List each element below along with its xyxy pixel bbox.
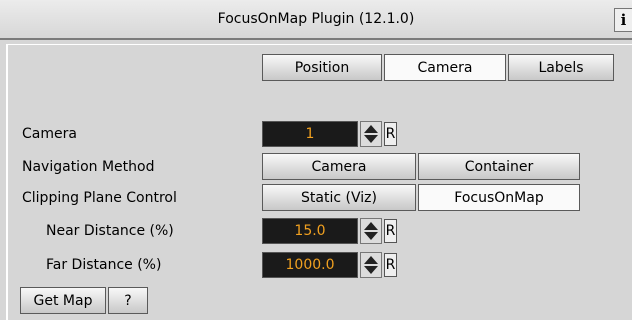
- far-distance-label: Far Distance (%): [46, 257, 162, 273]
- navigation-method-label: Navigation Method: [22, 159, 155, 175]
- tab-position[interactable]: Position: [262, 54, 382, 81]
- plugin-title: FocusOnMap Plugin (12.1.0): [217, 11, 415, 27]
- far-distance-reset-button[interactable]: R: [384, 253, 397, 277]
- get-map-button[interactable]: Get Map: [20, 287, 106, 314]
- far-distance-field[interactable]: 1000.0: [262, 252, 358, 278]
- camera-reset-button[interactable]: R: [384, 122, 397, 146]
- plugin-title-bar: FocusOnMap Plugin (12.1.0) i: [0, 0, 632, 40]
- camera-value-field[interactable]: 1: [262, 121, 358, 147]
- near-distance-label: Near Distance (%): [46, 223, 174, 239]
- camera-label: Camera: [22, 126, 77, 142]
- tab-labels[interactable]: Labels: [508, 54, 614, 81]
- help-button[interactable]: ?: [108, 287, 148, 314]
- camera-spinner-icon[interactable]: [360, 121, 382, 147]
- navigation-camera-button[interactable]: Camera: [262, 153, 416, 180]
- clipping-focusonmap-button[interactable]: FocusOnMap: [418, 184, 580, 211]
- clipping-plane-label: Clipping Plane Control: [22, 190, 177, 206]
- plugin-panel: [6, 44, 632, 320]
- navigation-container-button[interactable]: Container: [418, 153, 580, 180]
- far-distance-spinner-icon[interactable]: [360, 252, 382, 278]
- info-icon[interactable]: i: [614, 8, 632, 32]
- tab-camera[interactable]: Camera: [384, 54, 506, 81]
- near-distance-field[interactable]: 15.0: [262, 218, 358, 244]
- near-distance-reset-button[interactable]: R: [384, 219, 397, 243]
- near-distance-spinner-icon[interactable]: [360, 218, 382, 244]
- clipping-static-button[interactable]: Static (Viz): [262, 184, 416, 211]
